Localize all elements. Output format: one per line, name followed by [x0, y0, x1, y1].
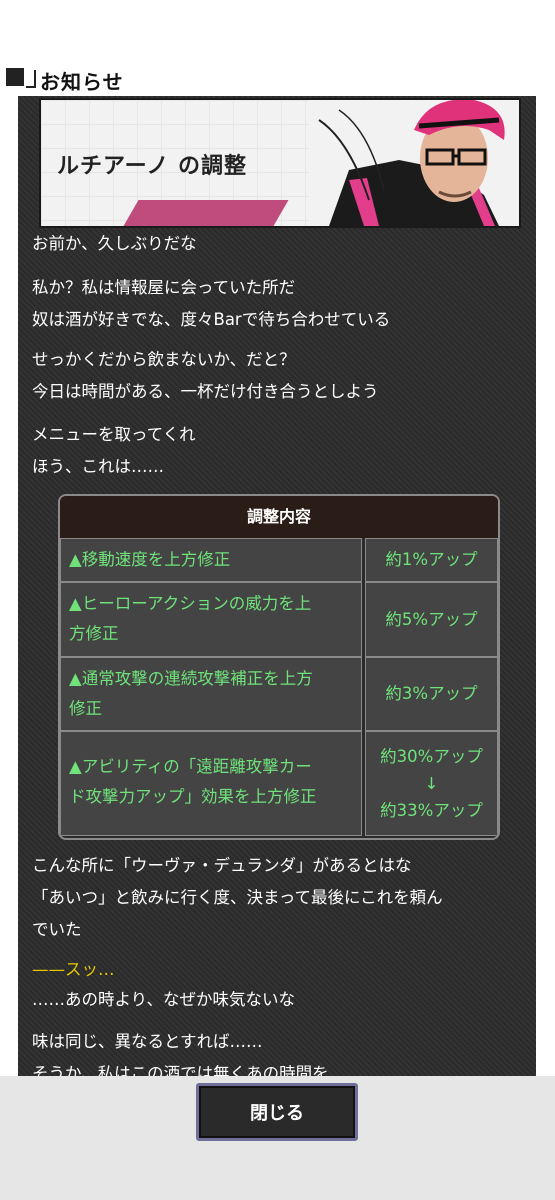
paragraph: お前か、久しぶりだな — [32, 228, 522, 260]
table-row: ▲移動速度を上方修正 約1%アップ — [60, 538, 498, 582]
text-line: お前か、久しぶりだな — [32, 234, 197, 253]
text-line: せっかくだから飲まないか、だと？ — [32, 350, 296, 369]
value-line: 約33%アップ — [380, 801, 483, 820]
text-line: そうか、私はこの酒では無くあの時間を…… — [32, 1064, 362, 1076]
table-header: 調整内容 — [60, 496, 498, 538]
close-button[interactable]: 閉じる — [196, 1083, 358, 1141]
item-line: 修正 — [69, 699, 102, 718]
item-line: ▲ヒーローアクションの威力を上 — [69, 594, 312, 613]
item-line: ▲アビリティの「遠距離攻撃カー — [69, 757, 312, 776]
page-title: お知らせ — [40, 70, 124, 94]
footer-bar: 閉じる — [0, 1076, 555, 1200]
item-line: ▲移動速度を上方修正 — [69, 550, 231, 569]
text-line: メニューを取ってくれ — [32, 425, 196, 444]
banner-pink-stripe — [123, 200, 289, 226]
adjustment-item: ▲アビリティの「遠距離攻撃カー ド攻撃力アップ」効果を上方修正 — [60, 731, 362, 836]
value-line: 約1%アップ — [385, 550, 478, 569]
text-line: 私か？私は情報屋に会っていた所だ — [32, 278, 296, 297]
text-line: ——スッ… — [32, 960, 115, 979]
adjustment-value: 約30%アップ ↓ 約33%アップ — [365, 731, 498, 836]
left-margin — [0, 96, 18, 1076]
notice-square-icon — [6, 68, 24, 86]
table-row: ▲ヒーローアクションの威力を上 方修正 約5%アップ — [60, 582, 498, 657]
notice-content[interactable]: ルチアーノ の調整 お前か、久しぶりだな 私か？私は情報屋に会っていた所だ 奴は… — [18, 96, 536, 1076]
adjustment-item: ▲移動速度を上方修正 — [60, 538, 362, 582]
adjustment-value: 約3%アップ — [365, 657, 498, 731]
text-line: こんな所に「ウーヴァ・デュランダ」があるとはな — [32, 856, 412, 875]
banner: ルチアーノ の調整 — [39, 98, 521, 228]
value-line: 約3%アップ — [385, 684, 478, 703]
adjustment-value: 約5%アップ — [365, 582, 498, 657]
paragraph: こんな所に「ウーヴァ・デュランダ」があるとはな 「あいつ」と飲みに行く度、決まっ… — [32, 850, 522, 946]
paragraph: 私か？私は情報屋に会っていた所だ 奴は酒が好きでな、度々Barで待ち合わせている — [32, 272, 522, 336]
paragraph: メニューを取ってくれ ほう、これは…… — [32, 419, 522, 483]
arrow-down-icon: ↓ — [424, 774, 439, 793]
text-line: 奴は酒が好きでな、度々Barで待ち合わせている — [32, 310, 391, 329]
right-margin — [536, 96, 555, 1076]
character-portrait — [309, 100, 519, 226]
bracket-icon — [26, 70, 36, 88]
item-line: ▲通常攻撃の連続攻撃補正を上方 — [69, 669, 313, 688]
adjustment-table: 調整内容 ▲移動速度を上方修正 約1%アップ ▲ヒーローアクションの威力を上 方… — [58, 494, 500, 840]
notice-screen: お知らせ ルチアーノ の調整 お前か、久しぶりだな 私か？私は情報屋に会っていた… — [0, 0, 555, 1200]
table-row: ▲アビリティの「遠距離攻撃カー ド攻撃力アップ」効果を上方修正 約30%アップ … — [60, 731, 498, 836]
value-line: 約5%アップ — [385, 609, 478, 629]
adjustment-value: 約1%アップ — [365, 538, 498, 582]
text-line: 「あいつ」と飲みに行く度、決まって最後にこれを頼ん — [32, 888, 443, 907]
table-row: ▲通常攻撃の連続攻撃補正を上方 修正 約3%アップ — [60, 657, 498, 731]
adjustment-item: ▲通常攻撃の連続攻撃補正を上方 修正 — [60, 657, 362, 731]
adjustment-item: ▲ヒーローアクションの威力を上 方修正 — [60, 582, 362, 657]
text-line: でいた — [32, 920, 82, 939]
text-line: ……あの時より、なぜか味気ないな — [32, 990, 296, 1009]
paragraph: ……あの時より、なぜか味気ないな — [32, 984, 522, 1016]
text-line: 味は同じ、異なるとすれば…… — [32, 1032, 263, 1051]
value-line: 約30%アップ — [380, 747, 483, 766]
item-line: 方修正 — [69, 624, 119, 643]
text-line: 今日は時間がある、一杯だけ付き合うとしよう — [32, 382, 379, 401]
paragraph-highlight: ——スッ… — [32, 954, 522, 986]
header-bar: お知らせ — [0, 62, 555, 96]
paragraph: 味は同じ、異なるとすれば…… そうか、私はこの酒では無くあの時間を…… — [32, 1026, 522, 1076]
paragraph: せっかくだから飲まないか、だと？ 今日は時間がある、一杯だけ付き合うとしよう — [32, 344, 522, 408]
text-line: ほう、これは…… — [32, 457, 164, 476]
banner-title: ルチアーノ の調整 — [57, 154, 248, 179]
item-line: ド攻撃力アップ」効果を上方修正 — [69, 787, 317, 806]
